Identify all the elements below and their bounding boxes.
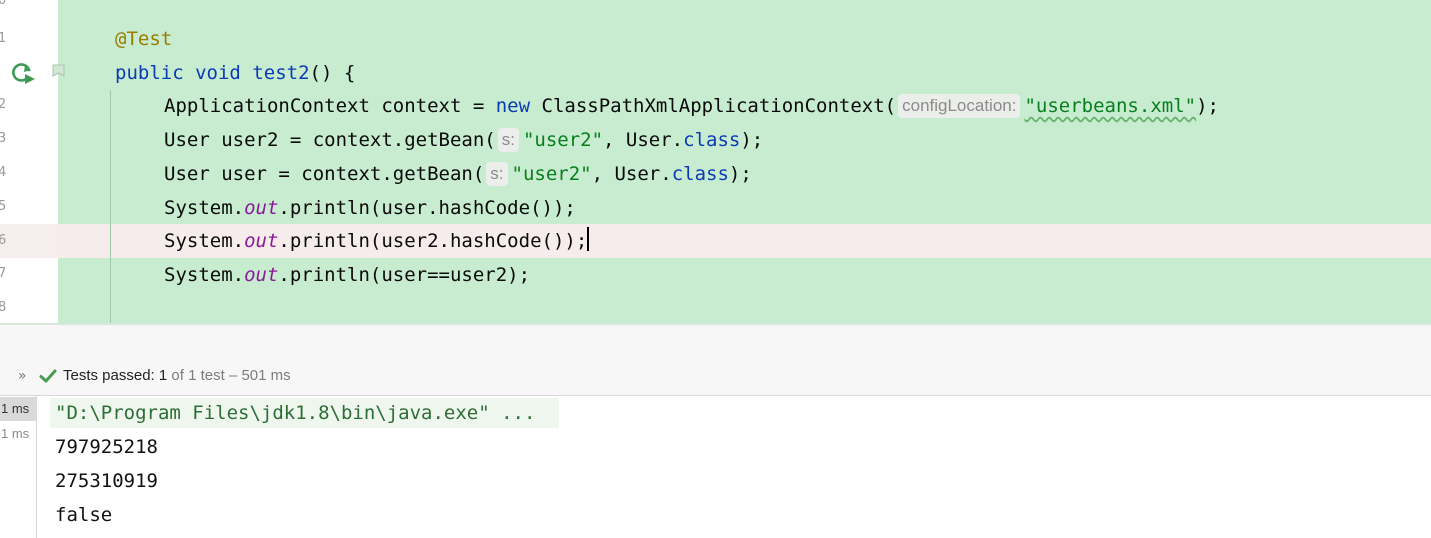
line-number: 6: [0, 233, 7, 248]
run-toolbar: [0, 325, 1431, 395]
line-number: 1: [0, 31, 7, 46]
method-parens: () {: [309, 62, 356, 84]
code-line-print-user2-hash[interactable]: System.out.println(user2.hashCode());: [164, 224, 590, 258]
line-number: 7: [0, 266, 7, 281]
string-literal: "userbeans.xml": [1024, 95, 1197, 117]
text-caret: [587, 227, 590, 251]
code-text: ApplicationContext context =: [164, 95, 496, 117]
static-field-out: out: [244, 230, 279, 252]
code-text: User user = context.getBean(: [164, 163, 485, 185]
test-tree-item[interactable]: 1 ms: [1, 401, 29, 416]
keyword-class: class: [683, 129, 741, 151]
console-command: "D:\Program Files\jdk1.8\bin\java.exe" .…: [55, 402, 536, 424]
bookmark-icon[interactable]: [51, 64, 66, 79]
code-line-method-signature[interactable]: public void test2() {: [115, 56, 355, 90]
indent-guide: [110, 90, 111, 325]
status-label: Tests passed:: [63, 367, 155, 384]
keyword-public: public: [115, 62, 184, 84]
code-text: );: [740, 129, 764, 151]
code-line-print-equality[interactable]: System.out.println(user==user2);: [164, 258, 530, 292]
string-literal: "user2": [511, 163, 592, 185]
method-name: test2: [252, 62, 310, 84]
code-text: ClassPathXmlApplicationContext(: [530, 95, 897, 117]
keyword-class: class: [671, 163, 729, 185]
code-line-print-user-hash[interactable]: System.out.println(user.hashCode());: [164, 191, 576, 225]
keyword-void: void: [195, 62, 241, 84]
rerun-test-icon[interactable]: [10, 62, 36, 84]
code-text: .println(user==user2);: [278, 264, 531, 286]
line-number: 2: [0, 97, 7, 112]
status-detail: of 1 test – 501 ms: [171, 367, 291, 384]
expand-chevron-icon[interactable]: »: [18, 368, 27, 384]
static-field-out: out: [244, 264, 279, 286]
passed-count: 1: [158, 367, 168, 384]
code-text: System.: [164, 230, 245, 252]
code-text: .println(user2.hashCode());: [278, 230, 588, 252]
code-text: , User.: [603, 129, 684, 151]
annotation-test: @Test: [115, 28, 173, 50]
code-text: System.: [164, 264, 245, 286]
code-line-context[interactable]: ApplicationContext context = new ClassPa…: [164, 89, 1219, 123]
code-text: , User.: [591, 163, 672, 185]
console-line: 797925218: [55, 436, 158, 458]
editor-gutter[interactable]: [0, 0, 58, 325]
code-text: );: [728, 163, 752, 185]
console-line: 275310919: [55, 470, 158, 492]
code-line-annotation[interactable]: @Test: [115, 22, 172, 56]
parameter-hint: s:: [497, 128, 519, 152]
test-status: Tests passed: 1 of 1 test – 501 ms: [63, 367, 291, 384]
code-line-user2[interactable]: User user2 = context.getBean(s: "user2", …: [164, 123, 763, 157]
keyword-new: new: [495, 95, 531, 117]
console-line: false: [55, 504, 113, 526]
code-text: );: [1196, 95, 1219, 117]
line-number: 5: [0, 199, 7, 214]
line-number: 4: [0, 165, 7, 180]
test-tree-item[interactable]: 1 ms: [1, 426, 29, 441]
code-text: User user2 = context.getBean(: [164, 129, 496, 151]
code-text: .println(user.hashCode());: [278, 197, 576, 219]
string-literal: "user2": [522, 129, 604, 151]
code-text: System.: [164, 197, 245, 219]
static-field-out: out: [244, 197, 279, 219]
parameter-hint: configLocation:: [898, 94, 1021, 118]
line-number: 0: [0, 0, 7, 8]
check-icon: [39, 368, 57, 384]
caret-line-gutter: [0, 224, 58, 258]
parameter-hint: s:: [486, 162, 508, 186]
line-number: 3: [0, 131, 7, 146]
code-line-user[interactable]: User user = context.getBean(s: "user2", U…: [164, 157, 752, 191]
line-number: 8: [0, 300, 7, 315]
